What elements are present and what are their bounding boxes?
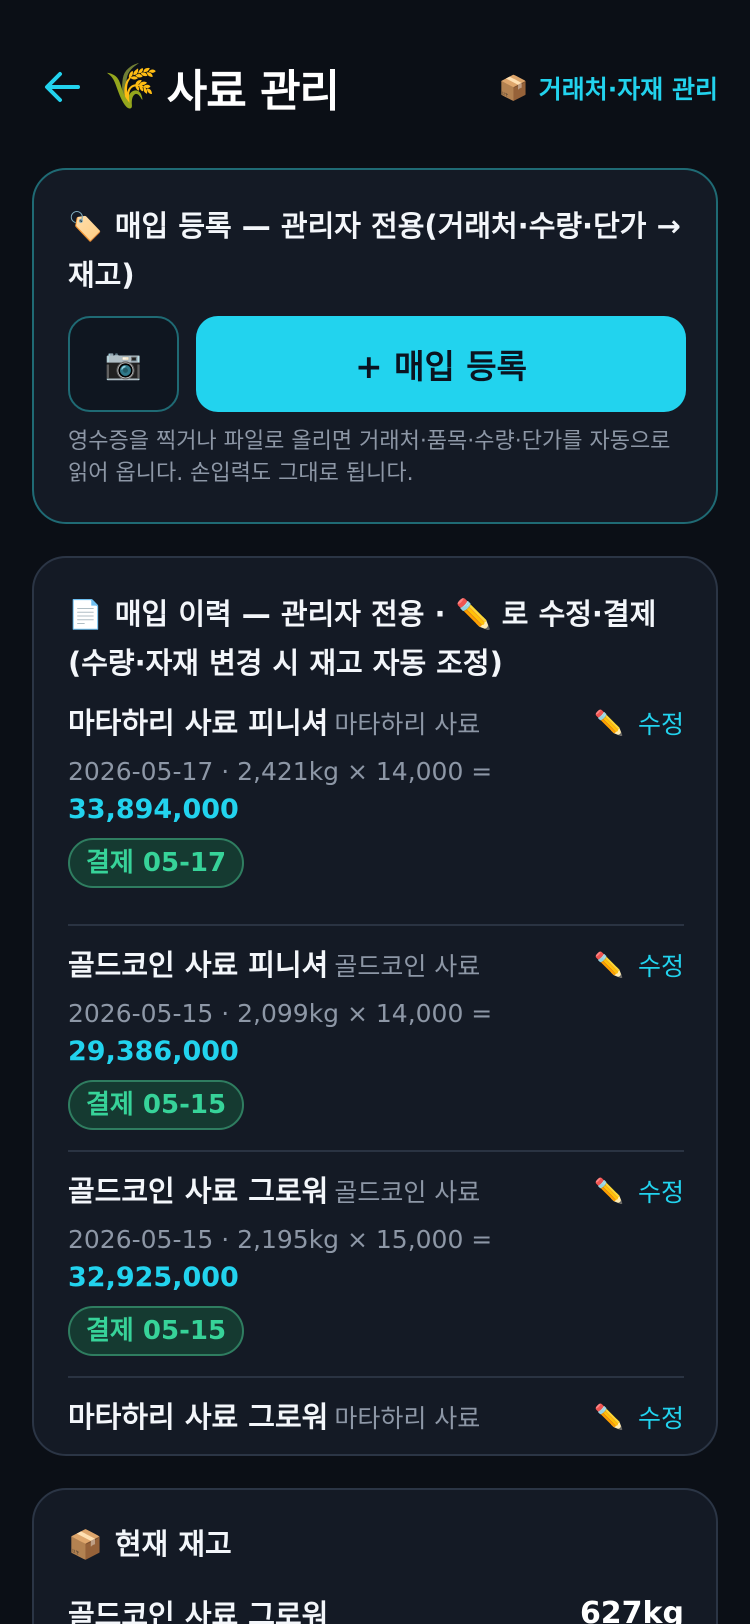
purchase-register-title-text: 매입 등록 — 관리자 전용(거래처·수량·단가 → 재고) [68, 209, 681, 292]
current-stock-card: 📦 현재 재고 골드코인 사료 그로워 627kg [32, 1488, 718, 1624]
purchase-total: 29,386,000 [68, 1036, 239, 1067]
camera-button[interactable]: 📷 [68, 316, 179, 412]
edit-button[interactable]: ✏️ 수정 [594, 700, 684, 746]
paid-badge: 결제 05-15 [68, 1306, 245, 1356]
tag-icon: 🏷️ [68, 210, 103, 243]
page-title: 사료 관리 [166, 66, 340, 117]
pencil-icon: ✏️ [594, 1403, 624, 1431]
purchase-detail: 2026-05-15 · 2,099kg × 14,000 = [68, 999, 493, 1028]
add-purchase-button[interactable]: + 매입 등록 [196, 316, 686, 412]
supplier-name: 마타하리 사료 [334, 1404, 481, 1433]
supplier-name: 골드코인 사료 [334, 1178, 481, 1207]
purchase-total: 33,894,000 [68, 794, 239, 825]
list-item-content: 마타하리 사료 피니셔 마타하리 사료 2026-05-17 · 2,421kg … [68, 700, 684, 888]
edit-button[interactable]: ✏️ 수정 [594, 942, 684, 988]
current-stock-title: 📦 현재 재고 [68, 1520, 686, 1569]
pencil-icon: ✏️ [594, 709, 624, 737]
edit-label: 수정 [637, 1404, 684, 1433]
supplier-material-link-label: 거래처·자재 관리 [538, 75, 718, 104]
purchase-register-card: 🏷️ 매입 등록 — 관리자 전용(거래처·수량·단가 → 재고) 📷 + 매입 … [32, 168, 718, 524]
page: 🌾 사료 관리 📦 거래처·자재 관리 🏷️ 매입 등록 — 관리자 전용(거래처… [0, 0, 750, 1624]
package-icon: 📦 [68, 1528, 103, 1561]
purchase-register-title: 🏷️ 매입 등록 — 관리자 전용(거래처·수량·단가 → 재고) [68, 202, 686, 299]
edit-button[interactable]: ✏️ 수정 [594, 1394, 684, 1440]
item-name: 마타하리 사료 그로워 [68, 1400, 329, 1434]
stock-item-name: 골드코인 사료 그로워 [68, 1598, 329, 1624]
title-group: 🌾 사료 관리 [104, 56, 340, 118]
item-name-line: 골드코인 사료 피니셔 골드코인 사료 [68, 942, 684, 990]
purchase-history-card: 📄 매입 이력 — 관리자 전용 · ✏️ 로 수정·결제 (수량·자재 변경 시… [32, 556, 718, 1456]
list-item-content: 골드코인 사료 그로워 골드코인 사료 2026-05-15 · 2,195kg … [68, 1168, 684, 1356]
supplier-name: 골드코인 사료 [334, 952, 481, 981]
list-item-content: 마타하리 사료 그로워 마타하리 사료 ✏️ 수정 [68, 1394, 684, 1442]
list-item-content: 골드코인 사료 피니셔 골드코인 사료 2026-05-15 · 2,099kg … [68, 942, 684, 1130]
purchase-total: 32,925,000 [68, 1262, 239, 1293]
item-name-line: 마타하리 사료 그로워 마타하리 사료 [68, 1394, 684, 1442]
purchase-register-help: 영수증을 찍거나 파일로 올리면 거래처·품목·수량·단가를 자동으로 읽어 옵… [68, 429, 671, 486]
item-name: 골드코인 사료 그로워 [68, 1174, 329, 1208]
item-name: 마타하리 사료 피니셔 [68, 706, 329, 740]
pencil-icon: ✏️ [594, 1177, 624, 1205]
stock-row: 골드코인 사료 그로워 627kg [68, 1590, 684, 1624]
supplier-material-link[interactable]: 📦 거래처·자재 관리 [499, 68, 718, 108]
pencil-icon: ✏️ [594, 951, 624, 979]
rice-icon: 🌾 [104, 61, 159, 112]
purchase-history-title-text: 매입 이력 — 관리자 전용 · ✏️ 로 수정·결제 (수량·자재 변경 시 … [68, 597, 657, 680]
paid-badge: 결제 05-17 [68, 838, 245, 888]
item-name: 골드코인 사료 피니셔 [68, 948, 329, 982]
purchase-detail: 2026-05-17 · 2,421kg × 14,000 = [68, 757, 493, 786]
edit-button[interactable]: ✏️ 수정 [594, 1168, 684, 1214]
edit-label: 수정 [637, 710, 684, 739]
list-item: 골드코인 사료 피니셔 골드코인 사료 2026-05-15 · 2,099kg … [68, 926, 684, 1152]
supplier-name: 마타하리 사료 [334, 710, 481, 739]
box-icon: 📦 [498, 74, 529, 102]
list-item: 마타하리 사료 피니셔 마타하리 사료 2026-05-17 · 2,421kg … [68, 700, 684, 926]
stock-item-qty: 627kg [579, 1595, 684, 1624]
document-icon: 📄 [68, 598, 103, 631]
edit-label: 수정 [637, 952, 684, 981]
current-stock-title-text: 현재 재고 [114, 1527, 232, 1561]
purchase-history-list: 마타하리 사료 피니셔 마타하리 사료 2026-05-17 · 2,421kg … [68, 700, 684, 1454]
back-button[interactable] [38, 66, 86, 108]
item-name-line: 마타하리 사료 피니셔 마타하리 사료 [68, 700, 684, 748]
arrow-left-icon [45, 72, 80, 102]
item-name-line: 골드코인 사료 그로워 골드코인 사료 [68, 1168, 684, 1216]
edit-label: 수정 [637, 1178, 684, 1207]
list-item: 골드코인 사료 그로워 골드코인 사료 2026-05-15 · 2,195kg … [68, 1152, 684, 1378]
purchase-detail: 2026-05-15 · 2,195kg × 15,000 = [68, 1225, 493, 1254]
app-header: 🌾 사료 관리 📦 거래처·자재 관리 [0, 52, 750, 122]
paid-badge: 결제 05-15 [68, 1080, 245, 1130]
camera-icon: 📷 [104, 346, 143, 382]
purchase-history-title: 📄 매입 이력 — 관리자 전용 · ✏️ 로 수정·결제 (수량·자재 변경 시… [68, 590, 686, 687]
list-item: 마타하리 사료 그로워 마타하리 사료 ✏️ 수정 [68, 1378, 684, 1454]
